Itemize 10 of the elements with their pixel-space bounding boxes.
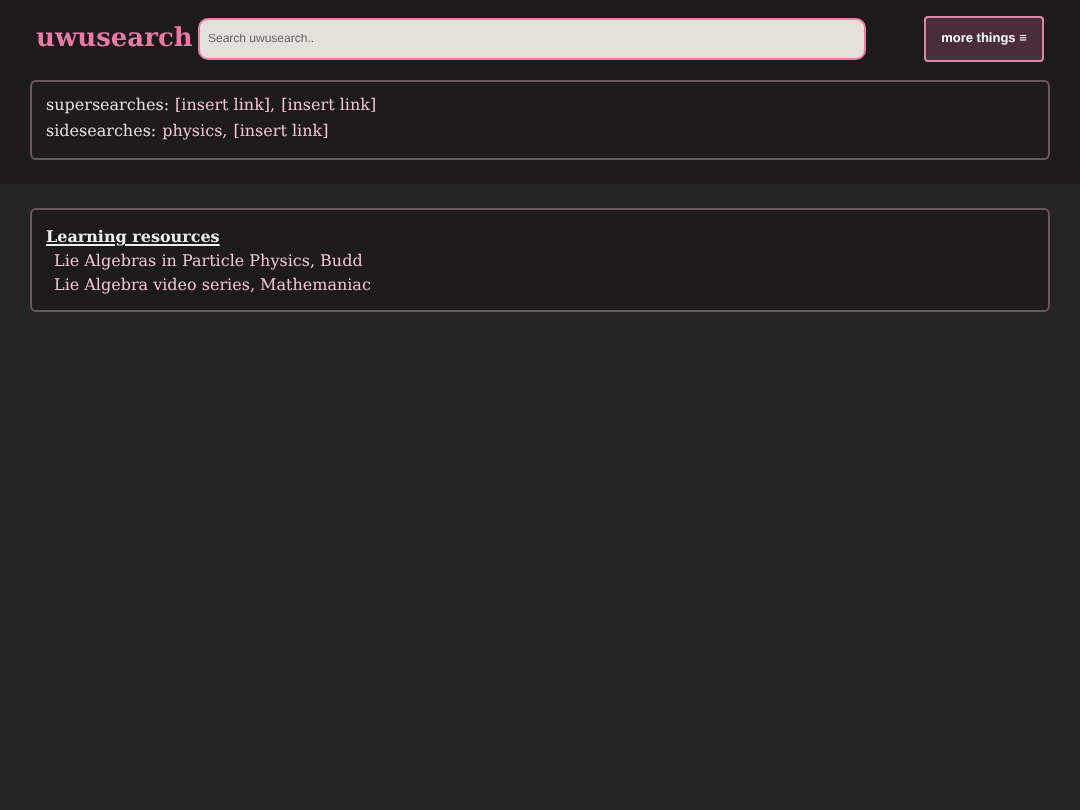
site-logo[interactable]: uwusearch [36, 24, 198, 54]
resources-heading: Learning resources [46, 224, 220, 249]
resource-link[interactable]: Lie Algebra video series, Mathemaniac [54, 274, 371, 299]
related-label: sidesearches: [46, 119, 157, 143]
related-link[interactable]: [insert link], [175, 94, 276, 119]
related-link[interactable]: [insert link] [233, 119, 329, 144]
related-link[interactable]: physics, [162, 119, 228, 144]
related-link[interactable]: [insert link] [281, 94, 377, 119]
resource-link[interactable]: Lie Algebras in Particle Physics, Budd [54, 249, 363, 274]
related-label: supersearches: [46, 94, 170, 118]
